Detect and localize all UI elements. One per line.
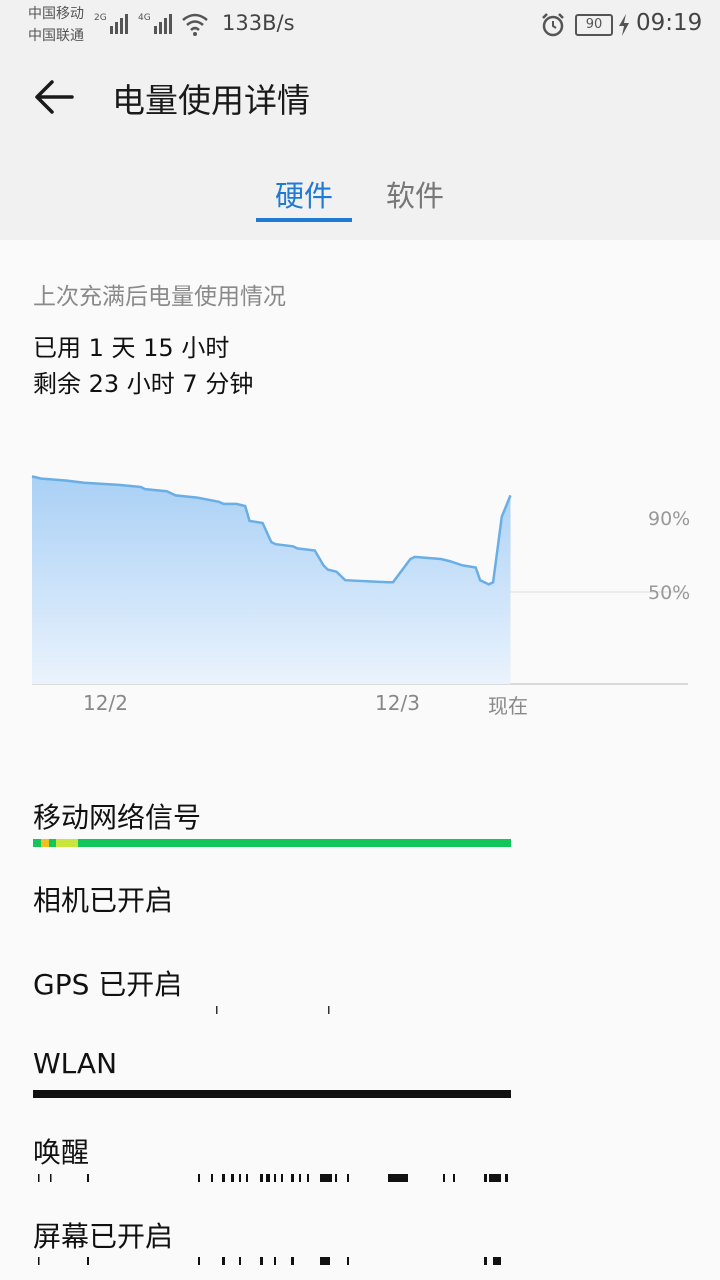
battery-chart: 90% 50% 12/2 12/3 现在 (31, 475, 690, 718)
signal-4g-icon: 4G (138, 13, 172, 34)
mobile-signal-bar (33, 839, 511, 847)
charging-icon (619, 14, 629, 36)
wifi-icon (182, 13, 208, 36)
status-time: 09:19 (636, 10, 703, 36)
y-tick-50: 50% (648, 582, 690, 604)
item-camera: 相机已开启 (33, 884, 174, 917)
usage-subtitle: 上次充满后电量使用情况 (33, 284, 286, 310)
svg-text:2G: 2G (94, 13, 107, 23)
y-tick-90: 90% (648, 508, 690, 530)
status-bar: 中国移动 中国联通 2G 4G 133B/s 90 09:19 (0, 0, 720, 50)
item-wakeup: 唤醒 (33, 1136, 90, 1169)
used-time: 已用 1 天 15 小时 (33, 334, 230, 362)
battery-indicator: 90 (575, 14, 613, 36)
net-speed: 133B/s (222, 11, 295, 35)
tab-software[interactable]: 软件 (386, 173, 444, 215)
item-screen-on: 屏幕已开启 (33, 1220, 174, 1253)
x-tick-now: 现在 (488, 694, 528, 718)
carrier-2: 中国联通 (28, 28, 84, 44)
x-tick-12-2: 12/2 (83, 691, 128, 715)
wlan-bar (33, 1090, 511, 1098)
item-mobile-signal: 移动网络信号 (33, 801, 202, 834)
screen-on-bar (38, 1257, 501, 1265)
signal-2g-icon: 2G (94, 13, 128, 34)
battery-area (32, 476, 511, 684)
item-gps: GPS 已开启 (33, 968, 183, 1001)
page-title: 电量使用详情 (112, 81, 310, 120)
svg-text:4G: 4G (138, 13, 151, 23)
remaining-time: 剩余 23 小时 7 分钟 (33, 370, 254, 398)
carrier-1: 中国移动 (28, 6, 84, 22)
x-tick-12-3: 12/3 (375, 691, 420, 715)
tab-hardware[interactable]: 硬件 (275, 173, 333, 215)
item-wlan: WLAN (33, 1047, 118, 1080)
wakeup-bar (38, 1174, 508, 1182)
back-arrow-icon[interactable] (32, 74, 78, 120)
gps-bar (216, 1006, 330, 1014)
active-tab-indicator (256, 218, 352, 222)
alarm-icon (542, 13, 564, 37)
